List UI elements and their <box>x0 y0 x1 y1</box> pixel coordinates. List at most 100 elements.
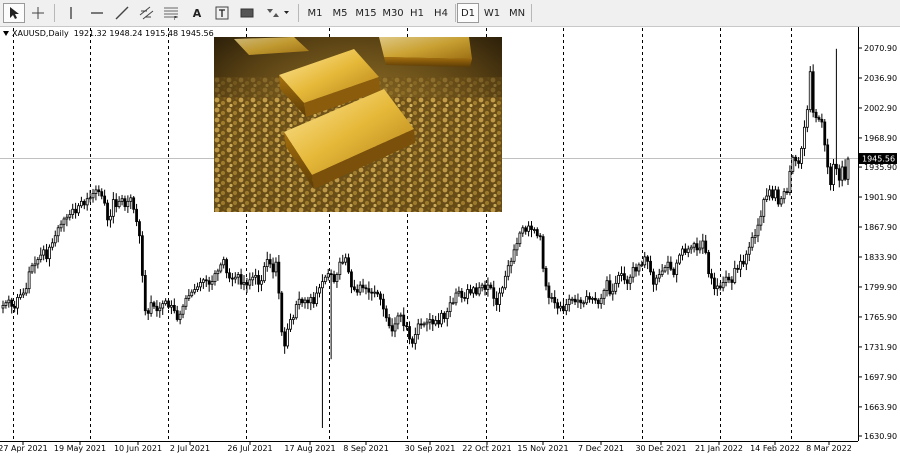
fibonacci-tool-button[interactable]: F <box>160 3 182 23</box>
vertical-line-tool-button[interactable] <box>60 3 82 23</box>
candle-body <box>408 326 411 340</box>
candle <box>492 280 496 307</box>
rectangle-tool-button[interactable] <box>236 3 258 23</box>
timeframe-label: H4 <box>434 7 448 19</box>
timeframe-m1[interactable]: M1 <box>304 3 326 23</box>
candle-body <box>190 291 194 297</box>
crosshair-tool-button[interactable] <box>27 3 49 23</box>
candle <box>832 158 835 191</box>
candle-body <box>623 273 626 281</box>
candle <box>352 279 356 292</box>
candle-body <box>817 117 821 120</box>
candle <box>213 270 217 286</box>
candle <box>437 313 440 328</box>
candle-body <box>27 271 31 290</box>
candle-body <box>303 299 307 304</box>
candle-body <box>605 280 609 291</box>
candle-body <box>138 221 141 237</box>
candle-body <box>422 323 426 326</box>
candle-body <box>512 249 516 262</box>
candle <box>489 282 493 290</box>
horizontal-line-tool-button[interactable] <box>86 3 108 23</box>
candle-body <box>544 267 548 287</box>
candle <box>503 270 507 290</box>
candle-body <box>158 307 162 312</box>
candle <box>582 300 586 308</box>
candle-body <box>106 202 109 221</box>
candle-body <box>834 163 838 170</box>
candle-body <box>567 298 571 305</box>
candle <box>695 237 699 256</box>
candle <box>611 283 615 301</box>
candle <box>654 274 658 291</box>
candle <box>82 199 86 210</box>
candle <box>501 285 504 297</box>
candle-body <box>585 296 589 304</box>
timeframe-m15[interactable]: M15 <box>353 3 379 23</box>
timeframe-m30[interactable]: M30 <box>380 3 406 23</box>
candle-body <box>347 257 350 273</box>
legend-symbol: XAUUSD,Daily <box>12 29 69 38</box>
candle <box>663 264 667 273</box>
text-label-tool-button[interactable] <box>211 3 233 23</box>
candle-body <box>527 225 530 232</box>
candle-body <box>678 254 681 264</box>
toolbar: F A M1 M5 M15 M30 H1 H4 D1 W1 MN <box>0 0 900 27</box>
arrows-tool-button[interactable] <box>262 3 292 23</box>
candle-body <box>393 323 397 332</box>
candle-body <box>175 310 179 320</box>
x-axis-tick-label: 22 Oct 2021 <box>462 444 511 453</box>
timeframe-h4[interactable]: H4 <box>430 3 452 23</box>
candle <box>350 269 353 294</box>
candle <box>94 185 98 201</box>
candle-body <box>715 285 719 290</box>
cursor-tool-button[interactable] <box>3 3 25 23</box>
candle-body <box>573 298 577 303</box>
candle <box>48 244 51 267</box>
candle-body <box>591 297 594 300</box>
candle <box>657 268 661 283</box>
candle-body <box>193 289 197 293</box>
timeframe-w1[interactable]: W1 <box>481 3 503 23</box>
timeframe-label: M30 <box>382 7 404 19</box>
candle-body <box>460 290 464 298</box>
candle <box>686 245 690 258</box>
candle <box>556 298 560 315</box>
candle <box>448 295 452 318</box>
candle-body <box>323 276 327 282</box>
channel-tool-button[interactable] <box>136 3 158 23</box>
candle <box>527 221 530 237</box>
candle-body <box>710 273 713 279</box>
candle <box>750 232 754 251</box>
crosshair-icon <box>32 7 44 19</box>
candle-body <box>283 331 287 347</box>
dropdown-triangle-icon[interactable] <box>3 31 9 36</box>
timeframe-d1[interactable]: D1 <box>457 3 479 23</box>
candle-body <box>367 288 371 293</box>
y-axis-tick-label: 1630.90 <box>864 432 897 441</box>
candle-body <box>495 297 499 305</box>
candle-body <box>652 271 655 285</box>
candle <box>109 209 112 228</box>
text-tool-button[interactable]: A <box>186 3 208 23</box>
timeframe-label: M5 <box>332 7 348 19</box>
timeframe-m5[interactable]: M5 <box>328 3 352 23</box>
candle <box>216 268 220 281</box>
candle-body <box>692 243 696 248</box>
candle <box>588 292 591 303</box>
candle <box>210 275 214 290</box>
candle <box>480 282 484 292</box>
candle <box>564 298 568 316</box>
candle-body <box>803 126 806 149</box>
candle <box>219 262 223 274</box>
candle-body <box>135 208 138 223</box>
candle <box>53 230 57 247</box>
trendline-tool-button[interactable] <box>111 3 133 23</box>
candle <box>803 120 806 157</box>
candle <box>143 270 147 316</box>
timeframe-mn[interactable]: MN <box>505 3 529 23</box>
candle-body <box>416 323 420 335</box>
timeframe-h1[interactable]: H1 <box>406 3 428 23</box>
candle <box>120 194 124 206</box>
candle <box>30 262 34 274</box>
